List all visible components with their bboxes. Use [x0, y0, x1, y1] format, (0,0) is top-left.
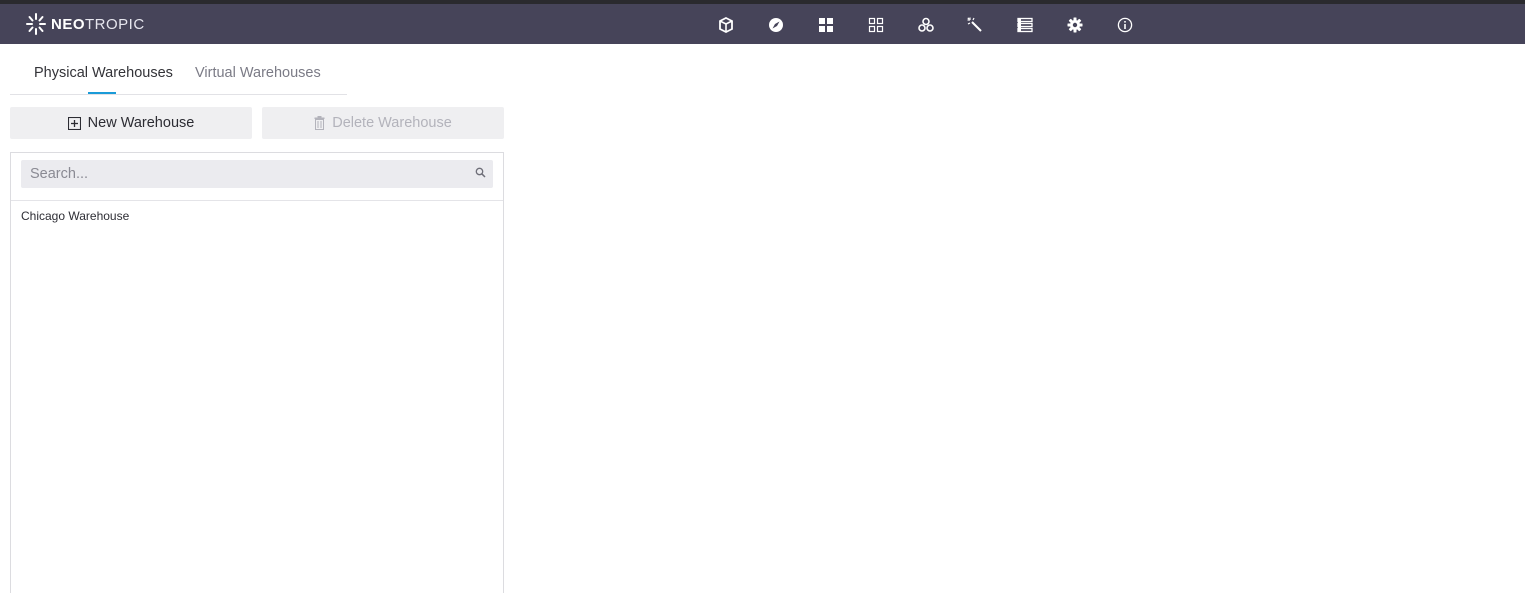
dashboard-icon[interactable]	[811, 12, 841, 38]
search-icon[interactable]	[475, 167, 486, 178]
search-input[interactable]	[21, 160, 470, 188]
delete-warehouse-label: Delete Warehouse	[332, 115, 452, 131]
info-icon[interactable]	[1110, 12, 1140, 38]
network-icon[interactable]	[911, 12, 941, 38]
brand-name: NEOTROPIC	[51, 15, 145, 33]
warehouse-tabs: Physical Warehouses Virtual Warehouses	[10, 44, 347, 95]
cube-icon[interactable]	[711, 12, 741, 38]
new-warehouse-button[interactable]: New Warehouse	[10, 107, 252, 139]
brand-logo[interactable]: NEOTROPIC	[25, 11, 145, 37]
list-divider	[11, 200, 503, 201]
tab-virtual-warehouses[interactable]: Virtual Warehouses	[195, 65, 321, 81]
top-bar: NEOTROPIC	[0, 4, 1525, 44]
trash-icon	[314, 116, 325, 130]
search-box	[21, 160, 493, 188]
delete-warehouse-button[interactable]: Delete Warehouse	[262, 107, 504, 139]
compass-icon[interactable]	[761, 12, 791, 38]
plus-square-icon	[67, 116, 81, 130]
gear-icon[interactable]	[1060, 12, 1090, 38]
warehouse-list-panel: Chicago Warehouse	[10, 152, 504, 593]
tab-physical-warehouses[interactable]: Physical Warehouses	[34, 65, 173, 81]
magic-wand-icon[interactable]	[960, 12, 990, 38]
top-nav	[711, 12, 1140, 38]
spark-icon	[26, 13, 46, 35]
new-warehouse-label: New Warehouse	[87, 115, 195, 131]
list-item-warehouse[interactable]: Chicago Warehouse	[21, 209, 129, 223]
grid-icon[interactable]	[861, 12, 891, 38]
list-icon[interactable]	[1010, 12, 1040, 38]
active-tab-indicator	[88, 92, 116, 94]
